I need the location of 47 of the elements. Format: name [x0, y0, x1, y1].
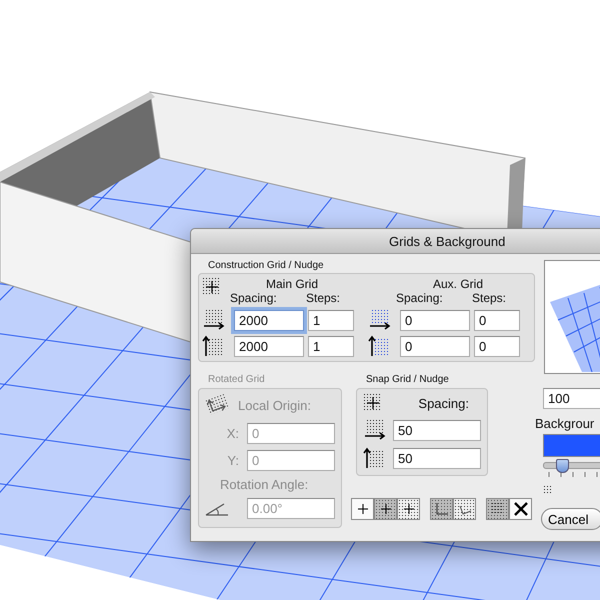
column-label: Steps:: [306, 291, 340, 305]
steps-field[interactable]: 1: [308, 336, 354, 356]
plus-icon: [356, 503, 368, 515]
plus-icon: [380, 503, 392, 515]
column-label: Steps:: [472, 291, 506, 305]
cancel-button[interactable]: Cancel: [541, 508, 600, 530]
steps-field[interactable]: 0: [474, 310, 520, 330]
field-label: X:: [226, 426, 239, 441]
horizontal-arrow-icon: [368, 309, 392, 331]
section-heading: Main Grid: [266, 277, 318, 291]
steps-field[interactable]: 0: [474, 336, 520, 356]
dotted-grid-icon: [490, 502, 504, 516]
clear-button[interactable]: [509, 498, 532, 520]
spacing-field[interactable]: 2000: [234, 336, 304, 356]
grid-mode-button[interactable]: [430, 498, 453, 520]
group-label: Construction Grid / Nudge: [208, 260, 325, 272]
close-icon: [512, 501, 528, 517]
background-label: Backgrour: [535, 416, 596, 431]
column-label: Spacing:: [230, 291, 278, 305]
spacing-field[interactable]: 0: [400, 336, 470, 356]
field-label: Local Origin:: [238, 398, 311, 412]
grid-display-button[interactable]: [351, 498, 374, 520]
steps-field[interactable]: 1: [308, 310, 354, 330]
window-title: Grids & Background: [389, 234, 506, 248]
horizontal-arrow-icon: [202, 309, 226, 331]
grid-display-button[interactable]: [374, 498, 397, 520]
slider-thumb[interactable]: [556, 459, 569, 473]
grid-display-button[interactable]: [397, 498, 420, 520]
snap-spacing-field[interactable]: 50: [393, 420, 481, 440]
grid-fill-button[interactable]: [486, 498, 509, 520]
field-label: Y:: [226, 453, 239, 468]
section-heading: Aux. Grid: [432, 277, 483, 291]
spacing-field[interactable]: 2000: [234, 310, 304, 330]
angle-icon: [204, 500, 230, 516]
field-label: Rotation Angle:: [220, 477, 310, 492]
spacing-field[interactable]: 0: [400, 310, 470, 330]
snap-spacing-field[interactable]: 50: [393, 448, 481, 468]
axes-icon: [434, 501, 450, 517]
grid-mode-button[interactable]: [453, 498, 476, 520]
column-label: Spacing:: [418, 396, 469, 410]
scale-field[interactable]: 100: [543, 388, 600, 409]
group-label: Snap Grid / Nudge: [366, 374, 450, 386]
column-label: Spacing:: [396, 291, 444, 305]
horizontal-arrow-icon: [363, 419, 387, 441]
group-label: Rotated Grid: [208, 374, 266, 386]
color-swatch[interactable]: [543, 434, 600, 457]
plus-icon: [402, 503, 414, 515]
